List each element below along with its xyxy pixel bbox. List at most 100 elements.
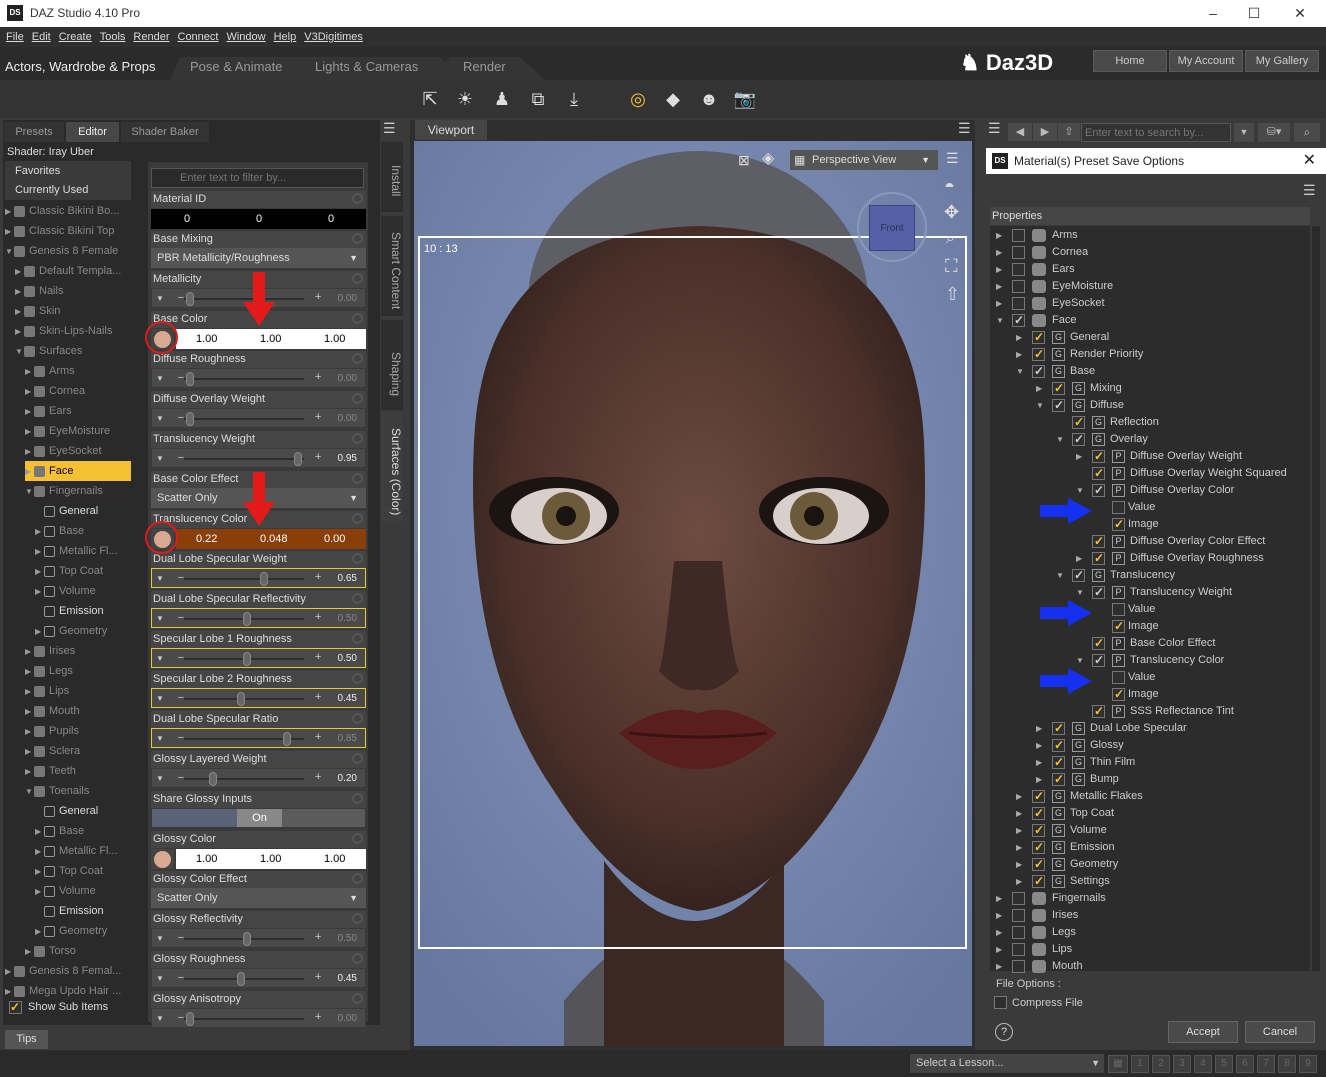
property-dropdown[interactable]: PBR Metallicity/Roughness ▼ [151, 248, 366, 268]
chevron-down-icon[interactable]: ▼ [156, 614, 164, 623]
scene-tree-item[interactable]: ▶ Pupils [25, 721, 131, 741]
slider-track[interactable] [184, 778, 304, 780]
preset-tree-row[interactable]: Image [990, 618, 1310, 635]
slider-knob[interactable] [243, 612, 251, 626]
plus-icon[interactable]: + [315, 291, 321, 303]
expand-right-icon[interactable]: ▶ [996, 958, 1002, 975]
preset-tree-row[interactable]: ▼ G Overlay [990, 431, 1310, 448]
scene-tree-item[interactable]: ▶ Mouth [25, 701, 131, 721]
gear-icon[interactable] [352, 913, 363, 924]
menu-file[interactable]: File [6, 31, 24, 43]
scene-tree-item[interactable]: ▶ Sclera [25, 741, 131, 761]
expand-right-icon[interactable]: ▶ [35, 922, 44, 941]
gear-icon[interactable] [352, 793, 363, 804]
expand-right-icon[interactable]: ▶ [996, 227, 1002, 244]
node-selection-icon[interactable]: ⇱ [417, 86, 443, 112]
include-checkbox[interactable] [1052, 397, 1065, 414]
slider-track[interactable] [184, 378, 304, 380]
include-checkbox[interactable] [1032, 805, 1045, 822]
include-checkbox[interactable] [1012, 229, 1025, 242]
include-checkbox[interactable] [1092, 533, 1105, 550]
preset-tree-row[interactable]: ▶ G Geometry [990, 856, 1310, 873]
expand-down-icon[interactable]: ▼ [25, 482, 34, 501]
scene-tree-item[interactable]: General [35, 501, 131, 521]
minus-icon[interactable]: – [178, 732, 184, 743]
gear-icon[interactable] [352, 593, 363, 604]
lesson-page-button[interactable]: 5 [1215, 1055, 1233, 1073]
preset-tree-row[interactable]: ▶ Irises [990, 907, 1310, 924]
lesson-page-button[interactable]: 8 [1278, 1055, 1296, 1073]
toggle-value[interactable]: On [237, 809, 282, 827]
my-gallery-button[interactable]: My Gallery [1245, 50, 1319, 72]
plus-icon[interactable]: + [315, 651, 321, 663]
tab-pose-animate[interactable]: Pose & Animate [190, 56, 283, 78]
scene-tree-item[interactable]: ▶ Arms [25, 361, 131, 381]
expand-right-icon[interactable]: ▶ [996, 890, 1002, 907]
scene-tree-item[interactable]: ▼ Surfaces [15, 341, 131, 361]
include-checkbox[interactable] [1052, 771, 1065, 788]
expand-right-icon[interactable]: ▶ [1016, 805, 1022, 822]
close-icon[interactable]: ✕ [1303, 148, 1316, 174]
include-checkbox[interactable] [1052, 737, 1065, 754]
expand-right-icon[interactable]: ▶ [25, 722, 34, 741]
expand-right-icon[interactable]: ▶ [25, 402, 34, 421]
pan-icon[interactable]: ✥ [944, 202, 959, 223]
scene-tree-item[interactable]: ▶ Metallic Fl... [35, 541, 131, 561]
slider-knob[interactable] [260, 572, 269, 586]
scene-tree-item[interactable]: ▼ Toenails [25, 781, 131, 801]
plus-icon[interactable]: + [315, 731, 321, 743]
scene-tree-item[interactable]: ▶ Top Coat [35, 561, 131, 581]
expand-right-icon[interactable]: ▶ [1036, 737, 1042, 754]
include-checkbox[interactable] [1092, 703, 1105, 720]
expand-right-icon[interactable]: ▶ [1016, 873, 1022, 890]
right-pane-menu-icon[interactable]: ☰ [988, 120, 1001, 137]
preset-tree-row[interactable]: Value [990, 601, 1310, 618]
database-icon[interactable]: ⛁▾ [1258, 123, 1290, 142]
view-cube[interactable]: Front [869, 205, 915, 251]
zoom-icon[interactable]: ⌕ [946, 230, 955, 248]
color-channel-value[interactable]: 1.00 [260, 849, 281, 869]
expand-down-icon[interactable]: ▼ [1076, 584, 1084, 601]
preset-tree-row[interactable]: ▶ G Render Priority [990, 346, 1310, 363]
expand-right-icon[interactable]: ▶ [25, 942, 34, 961]
material-id-value[interactable]: 0 [184, 209, 190, 229]
include-checkbox[interactable] [1092, 465, 1105, 482]
color-channel-value[interactable]: 1.00 [196, 329, 217, 349]
include-checkbox[interactable] [1052, 380, 1065, 397]
plus-icon[interactable]: + [315, 371, 321, 383]
lesson-page-button[interactable]: 9 [1299, 1055, 1317, 1073]
include-checkbox[interactable] [1032, 363, 1045, 380]
color-field[interactable]: 0.22 0.048 0.00 [176, 529, 366, 549]
expand-right-icon[interactable]: ▶ [25, 382, 34, 401]
scene-tree-item[interactable]: ▶ Torso [25, 941, 131, 961]
surface-selection-icon[interactable]: ◎ [625, 86, 651, 112]
expand-down-icon[interactable]: ▼ [5, 242, 14, 261]
viewport-menu-icon[interactable]: ☰ [958, 120, 971, 137]
expand-right-icon[interactable]: ▶ [25, 662, 34, 681]
preset-tree-row[interactable]: ▼ P Translucency Color [990, 652, 1310, 669]
include-checkbox[interactable] [1052, 754, 1065, 771]
slider-value[interactable]: 0.95 [338, 453, 357, 464]
scene-tree-item[interactable]: ▶ Classic Bikini Top [5, 221, 131, 241]
slider-value[interactable]: 0.00 [338, 1013, 357, 1024]
slider-track[interactable] [184, 418, 304, 420]
gear-icon[interactable] [352, 193, 363, 204]
preset-tree-row[interactable]: ▶ G Thin Film [990, 754, 1310, 771]
scene-tree-item[interactable]: ▶ Ears [25, 401, 131, 421]
include-checkbox[interactable] [1052, 720, 1065, 737]
expand-right-icon[interactable]: ▶ [1036, 771, 1042, 788]
preset-tree-row[interactable]: ▶ Mouth [990, 958, 1310, 975]
expand-right-icon[interactable]: ▶ [996, 261, 1002, 278]
property-slider[interactable]: ▼ – +0.00 [151, 408, 366, 428]
plus-icon[interactable]: + [315, 611, 321, 623]
gear-icon[interactable] [352, 833, 363, 844]
color-field[interactable]: 1.00 1.00 1.00 [176, 849, 366, 869]
show-sub-items-checkbox[interactable]: ✓ [9, 1001, 22, 1014]
chevron-down-icon[interactable]: ▼ [156, 1014, 164, 1023]
slider-knob[interactable] [186, 1012, 194, 1026]
scene-tree-item[interactable]: ▶ Mega Updo Hair ... [5, 981, 131, 1001]
property-slider[interactable]: ▼ – +0.20 [151, 768, 366, 788]
expand-right-icon[interactable]: ▶ [25, 762, 34, 781]
preset-tree-row[interactable]: ▶ G Dual Lobe Specular [990, 720, 1310, 737]
slider-knob[interactable] [243, 652, 251, 666]
